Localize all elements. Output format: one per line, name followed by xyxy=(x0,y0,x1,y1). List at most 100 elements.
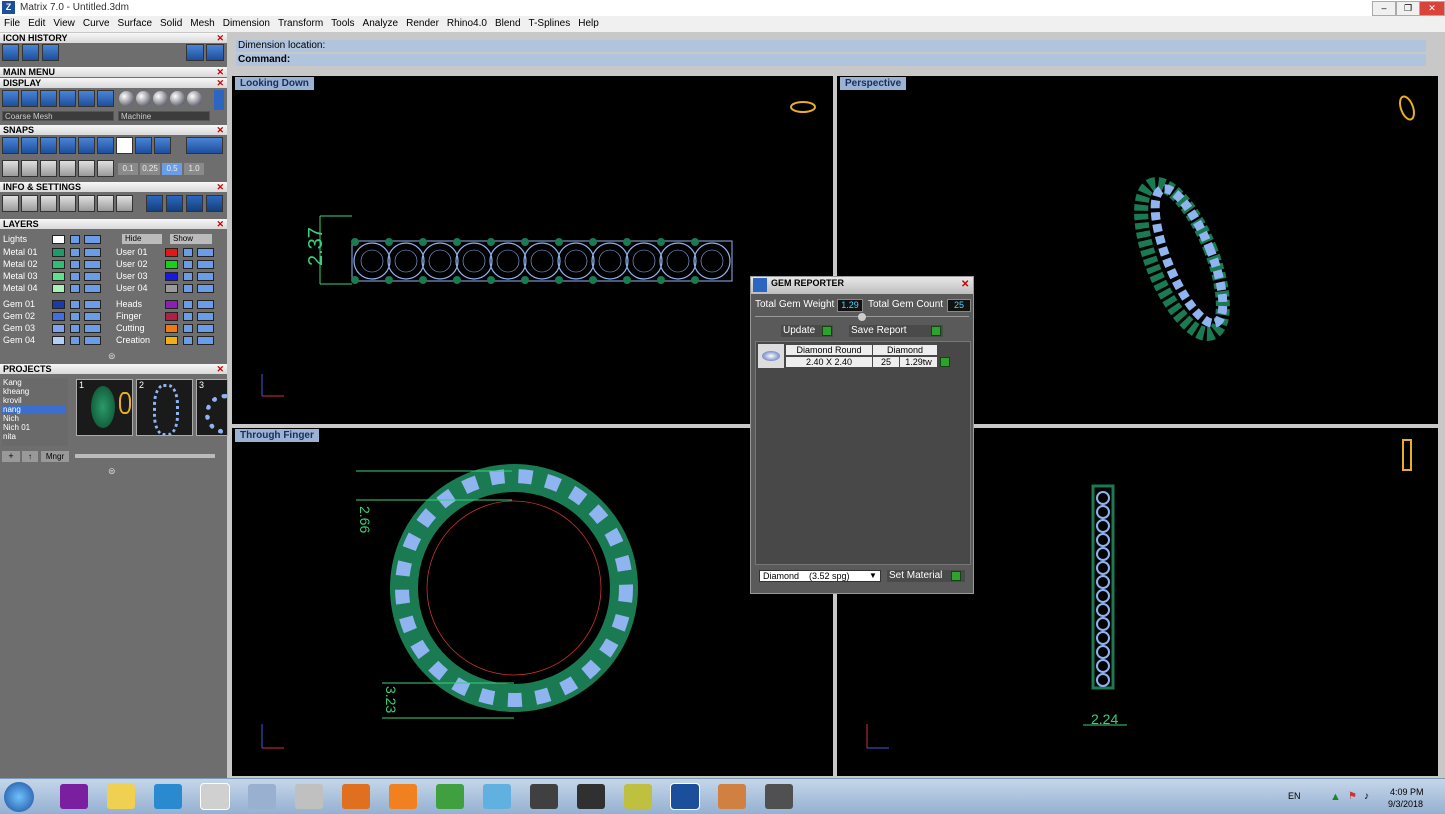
taskbar-app-icon-14[interactable] xyxy=(670,783,700,810)
layer-lock-icon[interactable] xyxy=(183,272,193,281)
layer-lock-icon[interactable] xyxy=(183,284,193,293)
lights-lock[interactable] xyxy=(70,235,80,244)
layer-color-swatch[interactable] xyxy=(165,336,178,345)
info-icon-1[interactable] xyxy=(2,195,19,212)
info-icon-7[interactable] xyxy=(116,195,133,212)
command-input[interactable]: Command: xyxy=(236,54,1426,66)
expand-icon[interactable]: ⊜ xyxy=(108,351,116,362)
layer-visibility-icon[interactable] xyxy=(197,248,214,257)
info-icon-2[interactable] xyxy=(21,195,38,212)
layer-color-swatch[interactable] xyxy=(165,324,178,333)
snap-row2-icon-2[interactable] xyxy=(21,160,38,177)
main-menu-header[interactable]: MAIN MENU ✕ xyxy=(0,67,227,77)
info-icon-4[interactable] xyxy=(59,195,76,212)
layer-color-swatch[interactable] xyxy=(165,300,178,309)
viewport-looking-down[interactable]: Looking Down 2.37 xyxy=(232,76,833,424)
display-shade-icon-4[interactable] xyxy=(170,91,185,106)
menu-blend[interactable]: Blend xyxy=(491,16,525,29)
menu-solid[interactable]: Solid xyxy=(156,16,186,29)
layer-color-swatch[interactable] xyxy=(52,300,65,309)
taskbar-app-icon-1[interactable] xyxy=(60,784,88,809)
icon-history-header[interactable]: ICON HISTORY ✕ xyxy=(0,33,227,43)
layer-metal-01[interactable]: Metal 01 xyxy=(3,247,38,257)
display-icon-2[interactable] xyxy=(21,90,38,107)
gem-select-button[interactable] xyxy=(940,357,950,367)
layer-user-02[interactable]: User 02 xyxy=(116,259,148,269)
layer-user-01[interactable]: User 01 xyxy=(116,247,148,257)
menu-rhino40[interactable]: Rhino4.0 xyxy=(443,16,491,29)
display-shade-icon-1[interactable] xyxy=(119,91,134,106)
project-item[interactable]: Nich xyxy=(2,414,65,423)
taskbar-app-icon-3[interactable] xyxy=(154,784,182,809)
network-icon[interactable]: ▲ xyxy=(1330,791,1341,803)
layer-lock-icon[interactable] xyxy=(70,336,80,345)
display-shade-icon-2[interactable] xyxy=(136,91,151,106)
minimize-button[interactable]: – xyxy=(1372,1,1396,16)
info-extra-icon-2[interactable] xyxy=(166,195,183,212)
project-thumb-1[interactable]: 1 xyxy=(76,379,133,436)
hide-button[interactable]: Hide xyxy=(122,234,162,244)
add-project-button[interactable]: + xyxy=(2,451,20,462)
layer-visibility-icon[interactable] xyxy=(84,312,101,321)
close-icon[interactable]: ✕ xyxy=(961,279,969,290)
snap-icon-7[interactable] xyxy=(116,137,133,154)
snap-row2-icon-1[interactable] xyxy=(2,160,19,177)
layer-gem-01[interactable]: Gem 01 xyxy=(3,299,35,309)
layer-lock-icon[interactable] xyxy=(70,312,80,321)
expand-icon-2[interactable]: ⊜ xyxy=(108,466,116,477)
manager-button[interactable]: Mngr xyxy=(41,451,69,462)
snap-icon-2[interactable] xyxy=(21,137,38,154)
layer-user-03[interactable]: User 03 xyxy=(116,271,148,281)
info-extra-icon-4[interactable] xyxy=(206,195,223,212)
snap-value-0.25[interactable]: 0.25 xyxy=(140,163,160,175)
display-header[interactable]: DISPLAY ✕ xyxy=(0,78,227,88)
layer-visibility-icon[interactable] xyxy=(197,260,214,269)
language-indicator[interactable]: EN xyxy=(1288,791,1301,801)
menu-edit[interactable]: Edit xyxy=(24,16,49,29)
layer-visibility-icon[interactable] xyxy=(84,324,101,333)
display-icon-6[interactable] xyxy=(97,90,114,107)
layer-visibility-icon[interactable] xyxy=(84,272,101,281)
taskbar-app-icon-12[interactable] xyxy=(577,784,605,809)
display-render-combo[interactable]: Machine xyxy=(118,111,210,121)
layer-visibility-icon[interactable] xyxy=(84,248,101,257)
layer-color-swatch[interactable] xyxy=(165,312,178,321)
project-item[interactable]: nang xyxy=(2,405,65,414)
start-button[interactable] xyxy=(4,782,34,812)
snap-value-0.1[interactable]: 0.1 xyxy=(118,163,138,175)
layer-visibility-icon[interactable] xyxy=(197,312,214,321)
volume-icon[interactable]: ♪ xyxy=(1364,791,1369,802)
taskbar-app-icon-8[interactable] xyxy=(389,784,417,809)
snap-row2-icon-5[interactable] xyxy=(78,160,95,177)
taskbar-app-icon-13[interactable] xyxy=(624,784,652,809)
snap-icon-1[interactable] xyxy=(2,137,19,154)
info-icon-5[interactable] xyxy=(78,195,95,212)
display-toggle[interactable] xyxy=(214,90,224,110)
info-settings-header[interactable]: INFO & SETTINGS ✕ xyxy=(0,182,227,192)
project-thumb-3[interactable]: 3 xyxy=(196,379,228,436)
layer-lock-icon[interactable] xyxy=(183,260,193,269)
layer-lock-icon[interactable] xyxy=(183,300,193,309)
layer-lock-icon[interactable] xyxy=(70,324,80,333)
display-icon-4[interactable] xyxy=(59,90,76,107)
clock-time[interactable]: 4:09 PM xyxy=(1390,787,1424,797)
snap-row2-icon-3[interactable] xyxy=(40,160,57,177)
snap-value-1.0[interactable]: 1.0 xyxy=(184,163,204,175)
project-item[interactable]: Nich 01 xyxy=(2,423,65,432)
layer-visibility-icon[interactable] xyxy=(197,284,214,293)
layer-color-swatch[interactable] xyxy=(52,312,65,321)
layer-lock-icon[interactable] xyxy=(183,324,193,333)
update-button[interactable]: Update xyxy=(781,325,833,337)
taskbar-app-icon-7[interactable] xyxy=(342,784,370,809)
snap-icon-5[interactable] xyxy=(78,137,95,154)
layer-lock-icon[interactable] xyxy=(70,248,80,257)
snap-icon-3[interactable] xyxy=(40,137,57,154)
snap-row2-icon-6[interactable] xyxy=(97,160,114,177)
menu-tools[interactable]: Tools xyxy=(327,16,358,29)
layer-lock-icon[interactable] xyxy=(183,312,193,321)
snap-icon-9[interactable] xyxy=(154,137,171,154)
layer-color-swatch[interactable] xyxy=(52,284,65,293)
project-scrollbar[interactable] xyxy=(75,454,215,458)
snap-value-0.5[interactable]: 0.5 xyxy=(162,163,182,175)
layer-gem-03[interactable]: Gem 03 xyxy=(3,323,35,333)
